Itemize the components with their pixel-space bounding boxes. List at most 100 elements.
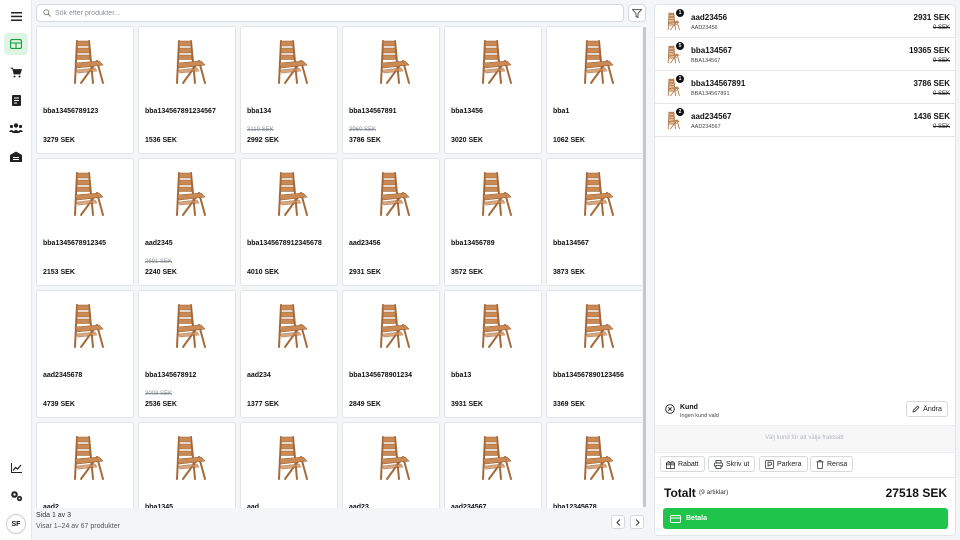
previous-page-button[interactable] bbox=[611, 515, 625, 529]
product-card[interactable]: aad2345 2691 SEK 2240 SEK bbox=[138, 158, 236, 286]
product-image bbox=[475, 433, 515, 481]
product-price: 4010 SEK bbox=[247, 269, 279, 276]
product-name: bba13456789 bbox=[451, 240, 495, 247]
product-card[interactable]: bba13456789 3572 SEK bbox=[444, 158, 542, 286]
product-price: 3572 SEK bbox=[451, 269, 483, 276]
trash-icon bbox=[816, 459, 824, 469]
product-price: 3020 SEK bbox=[451, 137, 483, 144]
product-image bbox=[67, 433, 107, 481]
pay-button[interactable]: Betala bbox=[663, 508, 948, 529]
product-price: 2153 SEK bbox=[43, 269, 75, 276]
warehouse-icon[interactable] bbox=[4, 145, 28, 167]
product-name: bba1345678901234 bbox=[349, 372, 413, 379]
item-count: (9 artiklar) bbox=[699, 489, 729, 496]
product-card[interactable]: bba13456789123 3279 SEK bbox=[36, 26, 134, 154]
cart-item[interactable]: 1 aad23456 AAD23456 2931 SEK 0 SEK bbox=[655, 5, 955, 38]
product-image bbox=[475, 301, 515, 349]
product-card[interactable]: aad234567 bbox=[444, 422, 542, 508]
product-card[interactable]: bba134567890123456 3369 SEK bbox=[546, 290, 642, 418]
search-bar bbox=[36, 4, 624, 22]
product-card[interactable]: bba134567 3873 SEK bbox=[546, 158, 642, 286]
product-card[interactable]: bba1345678912345 2153 SEK bbox=[36, 158, 134, 286]
clear-cart-label: Rensa bbox=[827, 460, 848, 468]
clear-cart-button[interactable]: Rensa bbox=[810, 456, 854, 472]
next-page-button[interactable] bbox=[630, 515, 644, 529]
product-grid-scrollbar[interactable] bbox=[643, 27, 646, 507]
product-price: 3279 SEK bbox=[43, 137, 75, 144]
settings-icon[interactable] bbox=[4, 485, 28, 507]
product-card[interactable]: aad23 bbox=[342, 422, 440, 508]
products-grid-icon[interactable] bbox=[4, 33, 28, 55]
change-customer-button[interactable]: Ändra bbox=[906, 401, 948, 417]
chevron-right-icon bbox=[635, 518, 640, 526]
remove-customer-icon[interactable] bbox=[665, 404, 675, 414]
print-label: Skriv ut bbox=[726, 460, 750, 468]
total-divider bbox=[655, 477, 955, 478]
cart-item[interactable]: 1 bba134567891 BBA134567891 3786 SEK 0 SEK bbox=[655, 71, 955, 104]
product-card[interactable]: bba12345678 bbox=[546, 422, 642, 508]
cart-item[interactable]: 5 bba134567 BBA134567 19365 SEK 0 SEK bbox=[655, 38, 955, 71]
cart-item-sku: AAD23456 bbox=[691, 25, 718, 31]
product-card[interactable]: aad234 1377 SEK bbox=[240, 290, 338, 418]
statistics-icon[interactable] bbox=[4, 457, 28, 479]
product-price: 1377 SEK bbox=[247, 401, 279, 408]
product-card[interactable]: bba1345678912 3008 SEK 2536 SEK bbox=[138, 290, 236, 418]
product-card[interactable]: bba134567891234567 1536 SEK bbox=[138, 26, 236, 154]
pay-label: Betala bbox=[686, 515, 708, 522]
product-card[interactable]: bba1345678912345678 4010 SEK bbox=[240, 158, 338, 286]
product-card[interactable]: bba134567891 3960 SEK 3786 SEK bbox=[342, 26, 440, 154]
product-image bbox=[271, 433, 311, 481]
product-image bbox=[373, 301, 413, 349]
cart-item-old-total: 0 SEK bbox=[932, 91, 950, 97]
product-card[interactable]: bba13456 3020 SEK bbox=[444, 26, 542, 154]
product-old-price: 3960 SEK bbox=[349, 127, 377, 133]
cart-item-quantity-badge: 1 bbox=[676, 75, 684, 83]
product-name: bba134 bbox=[247, 108, 272, 115]
product-card[interactable]: aad2345678 4739 SEK bbox=[36, 290, 134, 418]
discount-button[interactable]: Rabatt bbox=[660, 456, 705, 472]
product-card[interactable]: aad bbox=[240, 422, 338, 508]
park-button[interactable]: Parkera bbox=[759, 456, 808, 472]
filter-icon bbox=[632, 8, 642, 18]
product-price: 4739 SEK bbox=[43, 401, 75, 408]
product-price: 3369 SEK bbox=[553, 401, 585, 408]
product-image bbox=[577, 433, 617, 481]
cart-item-sku: AAD234567 bbox=[691, 124, 721, 130]
product-name: aad2 bbox=[43, 504, 59, 508]
product-card[interactable]: bba1 1062 SEK bbox=[546, 26, 642, 154]
product-image bbox=[169, 169, 209, 217]
pencil-icon bbox=[912, 405, 920, 413]
product-name: aad234 bbox=[247, 372, 271, 379]
product-name: bba1345678912345678 bbox=[247, 240, 322, 247]
product-name: aad23456 bbox=[349, 240, 381, 247]
menu-icon[interactable] bbox=[4, 5, 28, 27]
product-card[interactable]: aad23456 2931 SEK bbox=[342, 158, 440, 286]
receipt-icon[interactable] bbox=[4, 89, 28, 111]
product-card[interactable]: bba13 3931 SEK bbox=[444, 290, 542, 418]
customers-icon[interactable] bbox=[4, 117, 28, 139]
search-input[interactable] bbox=[55, 9, 615, 17]
product-card[interactable]: bba134 3119 SEK 2992 SEK bbox=[240, 26, 338, 154]
product-image bbox=[271, 37, 311, 85]
product-card[interactable]: bba1345 bbox=[138, 422, 236, 508]
product-name: bba13456789123 bbox=[43, 108, 99, 115]
cart-panel: 1 aad23456 AAD23456 2931 SEK 0 SEK 5 bba134567… bbox=[654, 4, 956, 536]
product-grid: bba13456789123 3279 SEK bba134567891234567… bbox=[36, 26, 642, 508]
product-image bbox=[373, 433, 413, 481]
product-image bbox=[271, 169, 311, 217]
product-card[interactable]: bba1345678901234 2849 SEK bbox=[342, 290, 440, 418]
product-price: 2536 SEK bbox=[145, 401, 177, 408]
filter-button[interactable] bbox=[628, 4, 646, 22]
cart-icon[interactable] bbox=[4, 61, 28, 83]
cart-item[interactable]: 2 aad234567 AAD234567 1436 SEK 0 SEK bbox=[655, 104, 955, 137]
product-card[interactable]: aad2 bbox=[36, 422, 134, 508]
user-avatar[interactable]: SF bbox=[6, 514, 26, 534]
product-name: bba134567890123456 bbox=[553, 372, 624, 379]
product-name: bba134567891234567 bbox=[145, 108, 216, 115]
print-button[interactable]: Skriv ut bbox=[708, 456, 756, 472]
product-price: 3931 SEK bbox=[451, 401, 483, 408]
product-name: bba1345678912345 bbox=[43, 240, 107, 247]
product-price: 1062 SEK bbox=[553, 137, 585, 144]
customer-title: Kund bbox=[680, 404, 698, 411]
product-price: 2849 SEK bbox=[349, 401, 381, 408]
